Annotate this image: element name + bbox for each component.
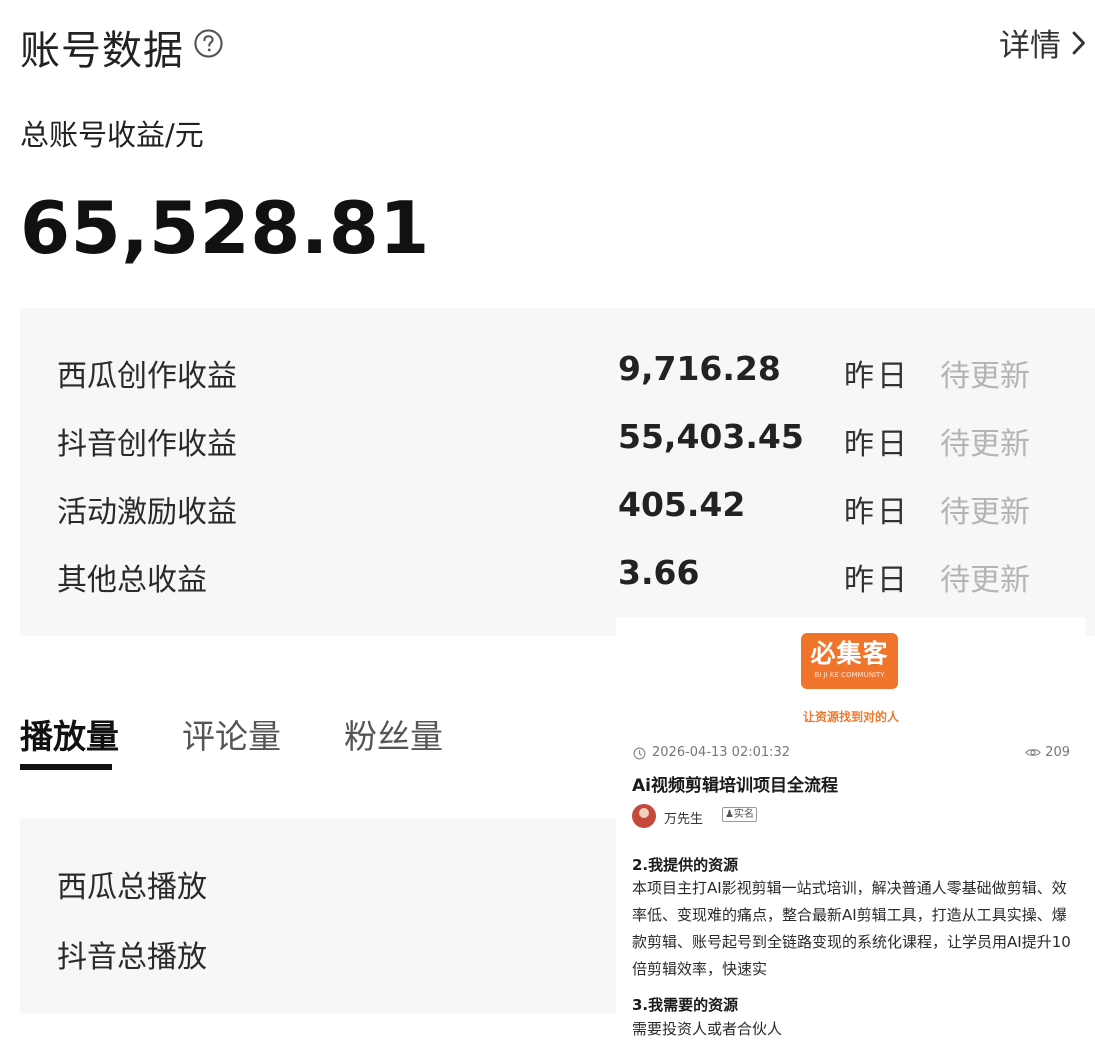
active-tab-indicator xyxy=(20,764,112,770)
revenue-row-label: 西瓜创作收益 xyxy=(57,359,237,394)
play-label-xigua: 西瓜总播放 xyxy=(57,870,207,905)
play-label-douyin: 抖音总播放 xyxy=(57,940,207,975)
revenue-row-status: 待更新 xyxy=(940,359,1030,394)
post-title[interactable]: Ai视频剪辑培训项目全流程 xyxy=(632,771,838,796)
views-counter: 209 xyxy=(1025,745,1070,760)
header: 账号数据 详情 xyxy=(0,0,1095,92)
page-title: 账号数据 xyxy=(20,28,184,74)
plays-panel: 西瓜总播放 抖音总播放 xyxy=(20,818,620,1014)
revenue-row-status: 待更新 xyxy=(940,563,1030,598)
revenue-row-label: 活动激励收益 xyxy=(57,495,237,530)
tab-plays[interactable]: 播放量 xyxy=(20,710,119,758)
chevron-right-icon xyxy=(1072,31,1085,54)
revenue-breakdown-panel: 西瓜创作收益 9,716.28 昨日 待更新 抖音创作收益 55,403.45 … xyxy=(20,308,1095,636)
details-label: 详情 xyxy=(999,28,1061,64)
revenue-row-xigua: 西瓜创作收益 9,716.28 昨日 待更新 xyxy=(20,341,1095,401)
eye-icon xyxy=(1025,749,1041,756)
revenue-row-value: 3.66 xyxy=(618,553,700,592)
revenue-row-day: 昨日 xyxy=(844,563,910,598)
section-need-title: 3.我需要的资源 xyxy=(632,996,739,1014)
section-need-body: 需要投资人或者合伙人 xyxy=(632,1020,783,1038)
clock-icon xyxy=(633,747,646,760)
resource-post-card[interactable]: 必集客 BI JI KE COMMUNITY 让资源找到对的人 2026-04-… xyxy=(616,617,1086,1049)
section-provide-body: 本项目主打AI影视剪辑一站式培训，解决普通人零基础做剪辑、效率低、变现难的痛点，… xyxy=(632,879,1071,978)
total-revenue-label: 总账号收益/元 xyxy=(20,118,204,152)
brand-slogan: 让资源找到对的人 xyxy=(802,710,899,724)
brand-logo: 必集客 BI JI KE COMMUNITY xyxy=(801,633,898,689)
revenue-row-value: 405.42 xyxy=(618,485,746,524)
section-provide-title: 2.我提供的资源 xyxy=(632,856,739,874)
revenue-row-label: 抖音创作收益 xyxy=(57,427,237,462)
verified-badge: ♟实名 xyxy=(722,807,757,822)
author-name[interactable]: 万先生 xyxy=(664,808,703,827)
author-row[interactable]: 万先生 ♟实名 xyxy=(632,804,932,830)
revenue-row-status: 待更新 xyxy=(940,427,1030,462)
question-circle-icon[interactable] xyxy=(193,28,224,59)
total-revenue-value: 65,528.81 xyxy=(20,186,430,270)
revenue-row-other: 其他总收益 3.66 昨日 待更新 xyxy=(20,545,1095,605)
post-meta: 2026-04-13 02:01:32 209 xyxy=(633,745,1070,763)
brand-logo-subtext: BI JI KE COMMUNITY xyxy=(814,671,885,679)
post-date: 2026-04-13 02:01:32 xyxy=(652,745,791,760)
revenue-row-day: 昨日 xyxy=(844,359,910,394)
revenue-row-label: 其他总收益 xyxy=(57,563,207,598)
revenue-row-douyin: 抖音创作收益 55,403.45 昨日 待更新 xyxy=(20,409,1095,469)
revenue-row-value: 9,716.28 xyxy=(618,349,781,388)
views-count: 209 xyxy=(1045,745,1070,760)
avatar[interactable] xyxy=(632,804,656,828)
revenue-row-day: 昨日 xyxy=(844,427,910,462)
revenue-row-value: 55,403.45 xyxy=(618,417,804,456)
tab-fans[interactable]: 粉丝量 xyxy=(344,710,443,758)
metric-tabs: 播放量 评论量 粉丝量 xyxy=(20,706,580,772)
verified-badge-label: 实名 xyxy=(733,809,754,820)
revenue-row-activity: 活动激励收益 405.42 昨日 待更新 xyxy=(20,477,1095,537)
revenue-row-status: 待更新 xyxy=(940,495,1030,530)
details-link[interactable]: 详情 xyxy=(999,20,1087,65)
revenue-row-day: 昨日 xyxy=(844,495,910,530)
tab-comments[interactable]: 评论量 xyxy=(182,710,281,758)
brand-logo-text: 必集客 xyxy=(810,639,889,668)
